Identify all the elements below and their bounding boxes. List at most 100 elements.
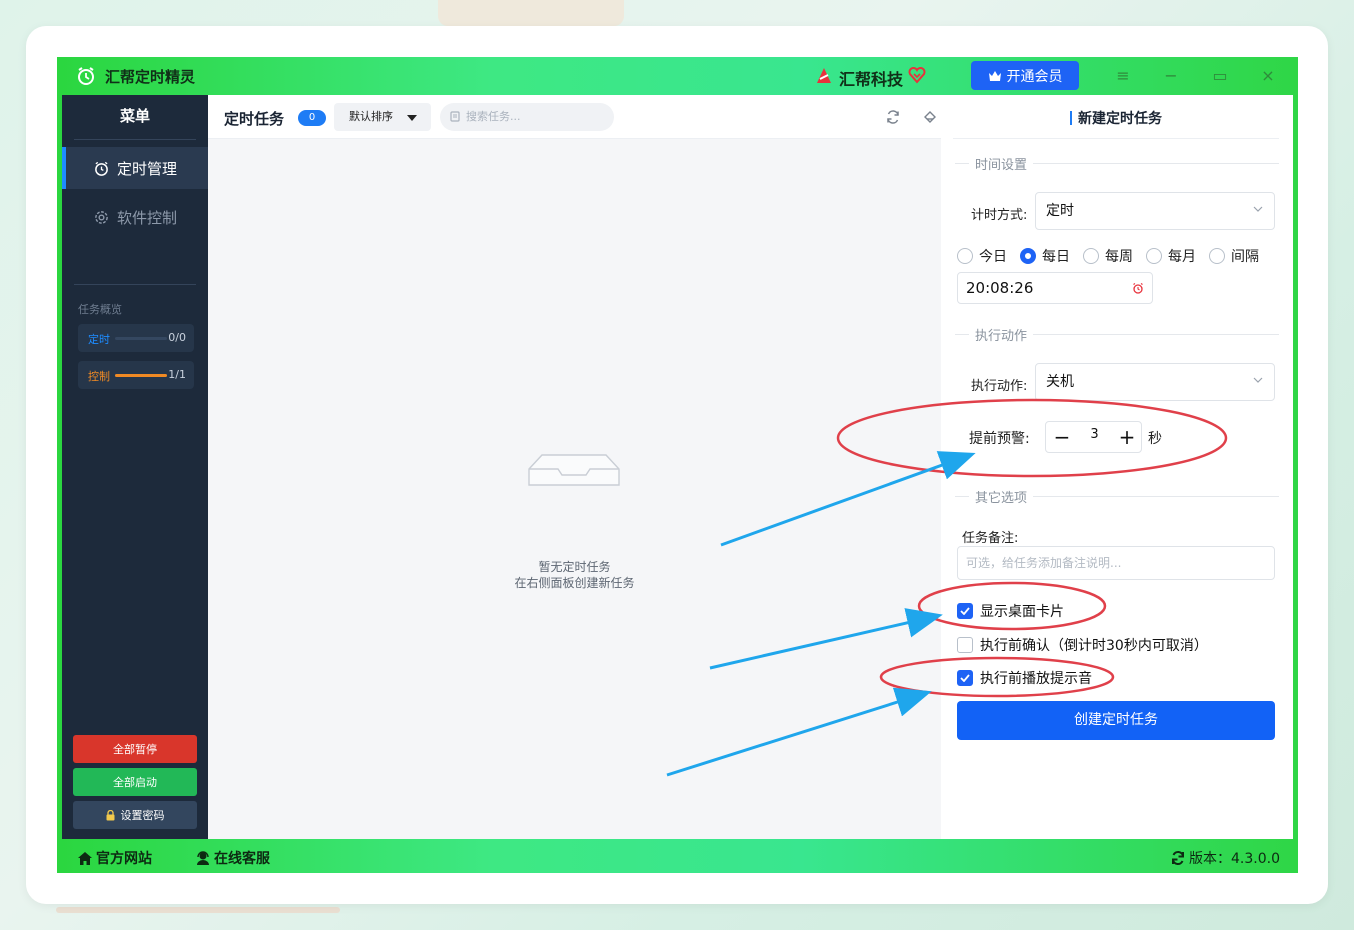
checkbox-checked <box>957 670 973 686</box>
action-value: 关机 <box>1046 374 1074 390</box>
time-value: 20:08:26 <box>966 279 1034 297</box>
home-icon <box>78 851 92 865</box>
radio-label: 今日 <box>979 249 1007 265</box>
title-accent-bar <box>1070 111 1072 125</box>
minimize-icon[interactable]: − <box>1161 66 1181 86</box>
overview-progress-fill <box>115 374 167 377</box>
caret-down-icon <box>407 115 417 121</box>
website-label: 官方网站 <box>96 851 152 867</box>
overview-count: 0/0 <box>168 331 186 344</box>
clock-icon <box>95 161 108 176</box>
radio-circle <box>1020 248 1036 264</box>
divider <box>955 334 969 335</box>
maximize-icon[interactable]: ▭ <box>1210 66 1230 86</box>
background-shape <box>438 0 624 26</box>
radio-label: 间隔 <box>1231 249 1259 265</box>
sort-select-value: 默认排序 <box>349 110 393 123</box>
radio-circle <box>1146 248 1162 264</box>
lock-icon <box>106 809 114 820</box>
radio-monthly[interactable]: 每月 <box>1146 246 1196 266</box>
timing-mode-select[interactable]: 定时 <box>1035 192 1275 230</box>
divider <box>1033 163 1279 164</box>
decrement-button[interactable]: − <box>1046 422 1078 452</box>
sort-select[interactable]: 默认排序 <box>334 103 431 131</box>
chevron-down-icon <box>1253 377 1263 383</box>
heart-icon <box>908 67 926 84</box>
warning-unit: 秒 <box>1148 431 1162 447</box>
note-input[interactable]: 可选，给任务添加备注说明... <box>957 546 1275 580</box>
warning-label: 提前预警: <box>969 431 1030 447</box>
version-label: 版本：4.3.0.0 <box>1189 851 1280 867</box>
note-label: 任务备注: <box>962 531 1019 546</box>
chevron-down-icon <box>1253 206 1263 212</box>
vip-button[interactable]: 开通会员 <box>971 61 1079 90</box>
start-all-button[interactable]: 全部启动 <box>73 768 197 796</box>
radio-circle <box>1209 248 1225 264</box>
app-window: 汇帮定时精灵 汇帮科技 开通会员 ≡ − ▭ × 菜单 定时管理 软件控制 任务… <box>57 57 1298 873</box>
update-icon <box>1172 850 1184 866</box>
radio-label: 每日 <box>1042 249 1070 265</box>
empty-inbox-icon <box>528 454 620 486</box>
warning-value[interactable]: 3 <box>1078 422 1111 452</box>
check-icon <box>960 607 970 615</box>
overview-label: 控制 <box>88 370 110 383</box>
sidebar-item-label: 定时管理 <box>117 159 178 178</box>
overview-progress-track <box>115 374 167 377</box>
action-select[interactable]: 关机 <box>1035 363 1275 401</box>
increment-button[interactable]: + <box>1111 422 1143 452</box>
search-icon <box>450 111 460 122</box>
new-task-title-text: 新建定时任务 <box>1078 111 1162 127</box>
clear-icon[interactable] <box>922 109 938 125</box>
section-time-settings: 时间设置 <box>955 154 1279 173</box>
menu-icon[interactable]: ≡ <box>1113 66 1133 86</box>
overview-row-control: 控制 1/1 <box>78 361 194 389</box>
gear-icon <box>95 210 108 224</box>
radio-today[interactable]: 今日 <box>957 246 1007 266</box>
radio-label: 每周 <box>1105 249 1133 265</box>
set-password-label: 设置密码 <box>120 809 165 822</box>
divider <box>74 139 196 140</box>
overview-label: 定时 <box>88 333 110 346</box>
crown-icon <box>988 70 1001 81</box>
checkbox-show-desktop-card[interactable]: 显示桌面卡片 <box>957 601 1064 621</box>
search-placeholder: 搜索任务... <box>466 110 521 123</box>
radio-daily[interactable]: 每日 <box>1020 246 1070 266</box>
alarm-icon[interactable] <box>1132 282 1144 294</box>
checkbox-checked <box>957 603 973 619</box>
section-title: 时间设置 <box>975 158 1028 173</box>
set-password-button[interactable]: 设置密码 <box>73 801 197 829</box>
create-task-button[interactable]: 创建定时任务 <box>957 701 1275 740</box>
sidebar-item-software-control[interactable]: 软件控制 <box>62 196 208 238</box>
refresh-icon[interactable] <box>885 109 901 125</box>
warning-stepper: − 3 + <box>1045 421 1142 453</box>
checkbox-play-sound[interactable]: 执行前播放提示音 <box>957 668 1092 688</box>
radio-circle <box>1083 248 1099 264</box>
checkbox-label: 执行前播放提示音 <box>980 671 1092 687</box>
website-link[interactable]: 官方网站 <box>77 848 152 868</box>
divider <box>1033 334 1279 335</box>
new-task-title: 新建定时任务 <box>953 108 1279 128</box>
sidebar-item-timer-management[interactable]: 定时管理 <box>62 147 208 189</box>
frequency-radio-group: 今日 每日 每周 每月 间隔 <box>957 246 1272 266</box>
radio-interval[interactable]: 间隔 <box>1209 246 1259 266</box>
divider <box>74 284 196 285</box>
radio-weekly[interactable]: 每周 <box>1083 246 1133 266</box>
overview-count: 1/1 <box>168 368 186 381</box>
checkbox-label: 显示桌面卡片 <box>980 604 1064 620</box>
checkbox-confirm-before-run[interactable]: 执行前确认（倒计时30秒内可取消） <box>957 635 1208 655</box>
app-title: 汇帮定时精灵 <box>105 68 196 86</box>
new-task-panel: 新建定时任务 时间设置 计时方式: 定时 今日 每日 每周 每月 间隔 20:0… <box>941 95 1293 839</box>
task-count-badge: 0 <box>298 110 326 126</box>
support-label: 在线客服 <box>214 851 270 867</box>
support-link[interactable]: 在线客服 <box>195 848 270 868</box>
status-bar: 官方网站 在线客服 版本：4.3.0.0 <box>57 839 1298 873</box>
close-icon[interactable]: × <box>1258 66 1278 86</box>
task-list-panel: 定时任务 0 默认排序 搜索任务... 暂无定时任务 在右侧面板创建新任务 <box>208 95 974 839</box>
overview-progress-track <box>115 337 167 340</box>
search-input[interactable]: 搜索任务... <box>440 103 614 131</box>
support-agent-icon <box>197 850 209 865</box>
time-input[interactable]: 20:08:26 <box>957 272 1153 304</box>
radio-label: 每月 <box>1168 249 1196 265</box>
checkbox-unchecked <box>957 637 973 653</box>
pause-all-button[interactable]: 全部暂停 <box>73 735 197 763</box>
